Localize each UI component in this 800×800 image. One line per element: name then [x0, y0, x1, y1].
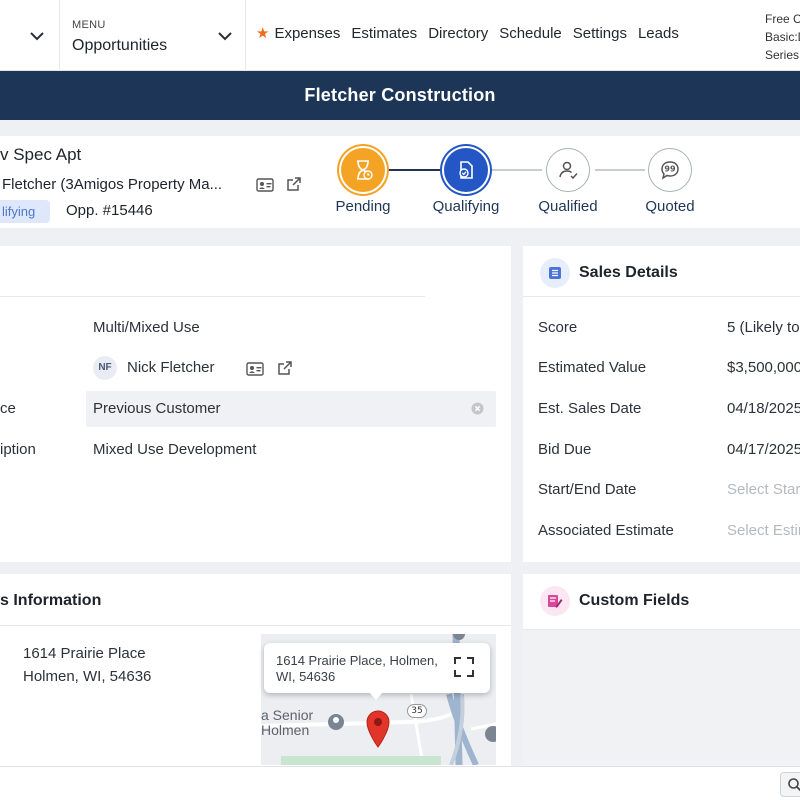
svg-text:99: 99 — [664, 165, 676, 174]
estimated-value-value[interactable]: $3,500,000 — [727, 359, 800, 376]
star-icon[interactable]: ★ — [256, 24, 269, 42]
project-type-value[interactable]: Multi/Mixed Use — [93, 319, 200, 336]
quote-bubble-icon: 99 — [648, 148, 692, 192]
card-title: Custom Fields — [579, 592, 690, 609]
opportunity-contact[interactable]: Fletcher (3Amigos Property Ma... — [2, 176, 222, 193]
opportunity-number: Opp. #15446 — [66, 202, 153, 219]
score-label: Score — [538, 319, 578, 336]
details-card: Multi/Mixed Use NF Nick Fletcher ce Prev… — [0, 246, 511, 562]
bid-due-label: Bid Due — [538, 441, 592, 458]
project-dropdown[interactable] — [0, 0, 60, 71]
stage-label: Qualifying — [432, 198, 500, 215]
stage-qualifying[interactable]: Qualifying — [421, 148, 511, 215]
nav-link-expenses[interactable]: Expenses — [274, 25, 340, 42]
menu-value: Opportunities — [72, 37, 168, 54]
est-sales-date-label: Est. Sales Date — [538, 400, 642, 417]
source-value: Previous Customer — [93, 400, 221, 417]
opportunity-title: v Spec Apt — [0, 145, 82, 164]
hourglass-icon — [341, 148, 385, 192]
stage-quoted[interactable]: 99 Quoted — [625, 148, 715, 215]
estimated-value-label: Estimated Value — [538, 359, 647, 376]
stage-qualified[interactable]: Qualified — [523, 148, 613, 215]
address-line1: 1614 Prairie Place — [23, 645, 146, 662]
custom-fields-card: Custom Fields — [523, 574, 800, 766]
custom-fields-body — [523, 630, 800, 766]
company-banner: Fletcher Construction — [0, 71, 800, 120]
source-label: ce — [0, 400, 16, 417]
description-value[interactable]: Mixed Use Development — [93, 441, 256, 458]
nav-link-directory[interactable]: Directory — [428, 25, 488, 42]
divider — [0, 625, 511, 626]
address-line2: Holmen, WI, 54636 — [23, 668, 152, 685]
description-label: iption — [0, 441, 36, 458]
map-label: a Senior — [261, 707, 314, 723]
start-end-date-label: Start/End Date — [538, 481, 637, 498]
external-link-icon[interactable] — [286, 176, 302, 192]
map-popup-address: 1614 Prairie Place, Holmen, WI, 54636 — [276, 653, 438, 684]
quick-links: ★ Expenses Estimates Directory Schedule … — [256, 24, 690, 43]
search-button[interactable] — [780, 772, 800, 797]
stage-label: Quoted — [645, 198, 695, 215]
plan-line: Free C — [765, 12, 800, 26]
card-title: Sales Details — [579, 264, 678, 281]
external-link-icon[interactable] — [277, 360, 293, 376]
start-end-date-input[interactable]: Select Star — [727, 481, 800, 498]
score-value[interactable]: 5 (Likely to — [727, 319, 800, 336]
associated-estimate-label: Associated Estimate — [538, 522, 674, 539]
nav-link-settings[interactable]: Settings — [573, 25, 627, 42]
bottom-search-bar[interactable] — [0, 766, 800, 800]
nav-link-estimates[interactable]: Estimates — [351, 25, 417, 42]
contact-card-icon[interactable] — [246, 361, 264, 377]
plan-line: Basic:D — [765, 30, 800, 44]
map-label: Holmen — [261, 722, 310, 738]
clear-icon[interactable] — [471, 402, 484, 415]
stage-label: Pending — [335, 198, 391, 215]
edit-form-icon — [540, 586, 570, 616]
plan-info: Free C Basic:D Series: — [765, 10, 800, 64]
nav-link-schedule[interactable]: Schedule — [499, 25, 562, 42]
map-pin-icon[interactable] — [365, 710, 391, 748]
chevron-down-icon — [218, 32, 232, 41]
menu-dropdown[interactable]: MENU Opportunities — [60, 0, 246, 71]
bid-due-value[interactable]: 04/17/2025 — [727, 441, 800, 458]
status-badge: lifying — [0, 200, 50, 223]
chevron-down-icon — [30, 32, 44, 41]
document-check-icon — [444, 148, 488, 192]
search-icon — [788, 778, 800, 792]
nav-link-leads[interactable]: Leads — [638, 25, 679, 42]
contact-card-icon[interactable] — [256, 177, 274, 193]
divider — [523, 296, 800, 297]
est-sales-date-value[interactable]: 04/18/2025 — [727, 400, 800, 417]
card-title: s Information — [0, 592, 102, 609]
top-nav: MENU Opportunities ★ Expenses Estimates … — [0, 0, 800, 71]
menu-label: MENU — [72, 19, 106, 31]
opportunity-header: v Spec Apt Fletcher (3Amigos Property Ma… — [0, 136, 800, 228]
stage-pending[interactable]: Pending — [318, 148, 408, 215]
sales-details-card: Sales Details Score 5 (Likely to Estimat… — [523, 246, 800, 562]
list-icon — [540, 258, 570, 288]
stage-label: Qualified — [538, 198, 598, 215]
contact-name-value[interactable]: Nick Fletcher — [127, 359, 215, 376]
associated-estimate-input[interactable]: Select Estin — [727, 522, 800, 539]
map-popup-tip — [368, 691, 384, 700]
plan-line: Series: — [765, 48, 800, 62]
divider — [0, 296, 425, 297]
road-shield: 35 — [407, 704, 427, 718]
fullscreen-icon[interactable] — [454, 657, 474, 677]
user-check-icon — [546, 148, 590, 192]
map-popup: 1614 Prairie Place, Holmen, WI, 54636 — [264, 643, 490, 700]
avatar: NF — [93, 356, 117, 380]
